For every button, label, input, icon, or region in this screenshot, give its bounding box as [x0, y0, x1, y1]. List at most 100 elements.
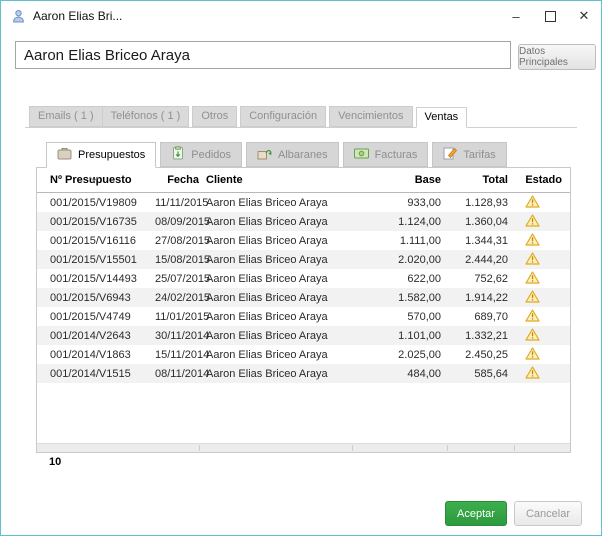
cell-numero: 001/2015/V16116 — [37, 235, 155, 247]
cell-base: 2.020,00 — [346, 254, 441, 266]
cell-estado — [508, 195, 570, 211]
cell-numero: 001/2015/V6943 — [37, 292, 155, 304]
tab-otros[interactable]: Otros — [192, 106, 237, 127]
cell-base: 1.111,00 — [346, 235, 441, 247]
cell-numero: 001/2015/V14493 — [37, 273, 155, 285]
warning-icon — [525, 233, 540, 249]
column-header-estado[interactable]: Estado — [508, 174, 570, 186]
close-button[interactable]: ✕ — [567, 1, 601, 31]
cell-fecha: 11/11/2015 — [155, 197, 199, 209]
cell-fecha: 08/11/2014 — [155, 368, 199, 380]
aceptar-button[interactable]: Aceptar — [445, 501, 507, 526]
cell-estado — [508, 214, 570, 230]
cell-base: 484,00 — [346, 368, 441, 380]
cell-total: 752,62 — [441, 273, 508, 285]
window-controls: – ✕ — [499, 1, 601, 31]
tariff-pencil-icon — [443, 146, 457, 163]
cell-cliente: Aaron Elias Briceo Araya — [199, 349, 346, 361]
maximize-icon — [545, 11, 556, 22]
column-header-total[interactable]: Total — [441, 174, 508, 186]
maximize-button[interactable] — [533, 1, 567, 31]
cell-fecha: 30/11/2014 — [155, 330, 199, 342]
window-title: Aaron Elias Bri... — [33, 9, 122, 23]
cell-estado — [508, 252, 570, 268]
cell-numero: 001/2015/V16735 — [37, 216, 155, 228]
table-row[interactable]: 001/2014/V2643 30/11/2014 Aaron Elias Br… — [37, 326, 570, 345]
subtab-albaranes[interactable]: Albaranes — [246, 142, 339, 167]
table-row[interactable]: 001/2015/V4749 11/01/2015 Aaron Elias Br… — [37, 307, 570, 326]
warning-icon — [525, 366, 540, 382]
table-row[interactable]: 001/2014/V1515 08/11/2014 Aaron Elias Br… — [37, 364, 570, 383]
subtab-label: Presupuestos — [78, 149, 145, 161]
cell-estado — [508, 366, 570, 382]
minimize-button[interactable]: – — [499, 1, 533, 31]
subtab-presupuestos[interactable]: Presupuestos — [46, 142, 156, 168]
table-row[interactable]: 001/2014/V1863 15/11/2014 Aaron Elias Br… — [37, 345, 570, 364]
subtab-pedidos[interactable]: Pedidos — [160, 142, 242, 167]
column-header-base[interactable]: Base — [346, 174, 441, 186]
column-header-fecha[interactable]: Fecha — [155, 174, 199, 186]
subtab-label: Albaranes — [278, 149, 328, 161]
grid-header-row: Nº Presupuesto Fecha Cliente Base Total … — [37, 168, 570, 193]
cell-numero: 001/2014/V2643 — [37, 330, 155, 342]
client-name-input[interactable] — [15, 41, 511, 69]
cell-cliente: Aaron Elias Briceo Araya — [199, 235, 346, 247]
cell-base: 933,00 — [346, 197, 441, 209]
cell-total: 1.344,31 — [441, 235, 508, 247]
person-icon — [11, 9, 26, 24]
cell-cliente: Aaron Elias Briceo Araya — [199, 292, 346, 304]
tab-telefonos[interactable]: Teléfonos ( 1 ) — [102, 106, 190, 127]
subtab-facturas[interactable]: Facturas — [343, 142, 429, 167]
tab-emails[interactable]: Emails ( 1 ) — [29, 106, 102, 127]
subtab-label: Facturas — [375, 149, 418, 161]
tab-configuracion[interactable]: Configuración — [240, 106, 326, 127]
cell-numero: 001/2014/V1515 — [37, 368, 155, 380]
warning-icon — [525, 347, 540, 363]
table-row[interactable]: 001/2015/V15501 15/08/2015 Aaron Elias B… — [37, 250, 570, 269]
briefcase-icon — [57, 147, 72, 163]
cell-total: 2.444,20 — [441, 254, 508, 266]
cell-total: 1.128,93 — [441, 197, 508, 209]
cancelar-button[interactable]: Cancelar — [514, 501, 582, 526]
table-row[interactable]: 001/2015/V6943 24/02/2015 Aaron Elias Br… — [37, 288, 570, 307]
cell-base: 1.124,00 — [346, 216, 441, 228]
cell-fecha: 11/01/2015 — [155, 311, 199, 323]
cell-estado — [508, 309, 570, 325]
table-row[interactable]: 001/2015/V14493 25/07/2015 Aaron Elias B… — [37, 269, 570, 288]
invoice-icon — [354, 148, 369, 162]
table-row[interactable]: 001/2015/V16116 27/08/2015 Aaron Elias B… — [37, 231, 570, 250]
cell-fecha: 15/08/2015 — [155, 254, 199, 266]
cell-estado — [508, 347, 570, 363]
cell-total: 1.332,21 — [441, 330, 508, 342]
cell-fecha: 08/09/2015 — [155, 216, 199, 228]
subtab-tarifas[interactable]: Tarifas — [432, 142, 506, 167]
column-header-cliente[interactable]: Cliente — [199, 174, 346, 186]
cell-base: 2.025,00 — [346, 349, 441, 361]
table-row[interactable]: 001/2015/V16735 08/09/2015 Aaron Elias B… — [37, 212, 570, 231]
warning-icon — [525, 214, 540, 230]
cell-total: 585,64 — [441, 368, 508, 380]
cell-fecha: 25/07/2015 — [155, 273, 199, 285]
datos-principales-button[interactable]: Datos Principales — [518, 44, 596, 70]
cell-cliente: Aaron Elias Briceo Araya — [199, 216, 346, 228]
cell-total: 2.450,25 — [441, 349, 508, 361]
tab-ventas[interactable]: Ventas — [416, 107, 468, 128]
table-row[interactable]: 001/2015/V19809 11/11/2015 Aaron Elias B… — [37, 193, 570, 212]
cell-base: 622,00 — [346, 273, 441, 285]
subtab-label: Pedidos — [191, 149, 231, 161]
cell-total: 689,70 — [441, 311, 508, 323]
ventas-subtabs: Presupuestos Pedidos Albaranes — [46, 142, 511, 167]
package-icon — [171, 146, 185, 163]
cell-cliente: Aaron Elias Briceo Araya — [199, 330, 346, 342]
warning-icon — [525, 328, 540, 344]
tab-vencimientos[interactable]: Vencimientos — [329, 106, 412, 127]
presupuestos-grid: Nº Presupuesto Fecha Cliente Base Total … — [36, 167, 571, 453]
warning-icon — [525, 271, 540, 287]
warning-icon — [525, 195, 540, 211]
chevron-down-icon[interactable] — [89, 169, 99, 187]
main-tabstrip: Emails ( 1 ) Teléfonos ( 1 ) Otros Confi… — [25, 106, 577, 128]
cell-total: 1.914,22 — [441, 292, 508, 304]
cell-estado — [508, 233, 570, 249]
cell-estado — [508, 290, 570, 306]
cell-numero: 001/2015/V19809 — [37, 197, 155, 209]
